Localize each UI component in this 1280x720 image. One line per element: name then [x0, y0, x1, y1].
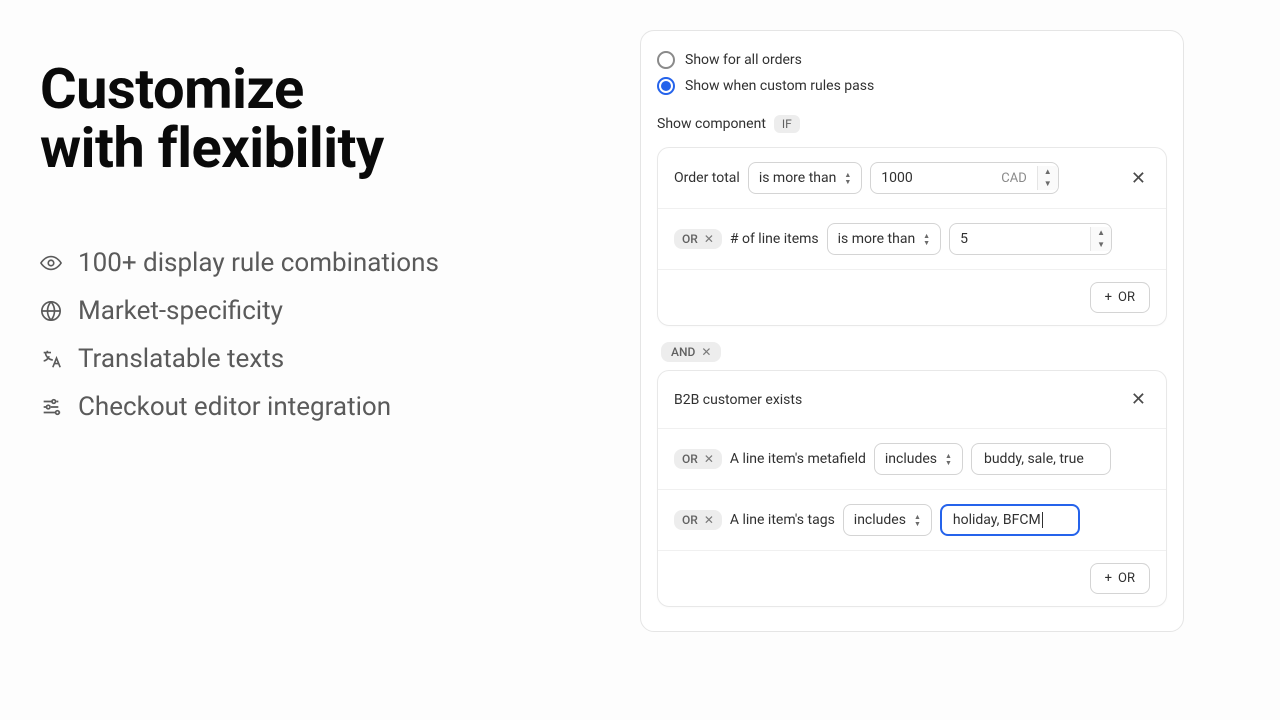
rule-group: B2B customer exists ✕ OR ✕ A line item's… — [657, 370, 1167, 607]
value-input[interactable]: buddy, sale, true — [971, 443, 1111, 475]
remove-and-icon[interactable]: ✕ — [701, 345, 711, 359]
rule-row: Order total is more than ▲▼ 1000 CAD ▲ ▼… — [658, 148, 1166, 209]
value-input[interactable]: 1000 CAD ▲ ▼ — [870, 162, 1058, 194]
chevron-updown-icon: ▲▼ — [844, 172, 851, 185]
operator-select[interactable]: is more than ▲▼ — [748, 162, 862, 194]
rule-group: Order total is more than ▲▼ 1000 CAD ▲ ▼… — [657, 147, 1167, 326]
or-chip: OR ✕ — [674, 229, 722, 249]
rules-panel: Show for all orders Show when custom rul… — [640, 30, 1184, 632]
value-input[interactable]: holiday, BFCM — [940, 504, 1080, 536]
stepper-up-icon[interactable]: ▲ — [1038, 166, 1058, 178]
chevron-updown-icon: ▲▼ — [914, 514, 921, 527]
eye-icon — [40, 252, 62, 274]
translate-icon — [40, 348, 62, 370]
rule-field-label: B2B customer exists — [674, 392, 802, 408]
add-or-button[interactable]: + OR — [1090, 563, 1150, 594]
remove-or-icon[interactable]: ✕ — [704, 452, 714, 466]
radio-icon — [657, 51, 675, 69]
feature-item: 100+ display rule combinations — [40, 248, 600, 278]
chevron-updown-icon: ▲▼ — [945, 453, 952, 466]
remove-rule-button[interactable]: ✕ — [1127, 164, 1150, 193]
value-input[interactable]: 5 ▲ ▼ — [949, 223, 1112, 255]
radio-icon — [657, 77, 675, 95]
plus-icon: + — [1105, 290, 1112, 305]
rule-field-label: A line item's tags — [730, 512, 835, 528]
sliders-icon — [40, 396, 62, 418]
rule-row: B2B customer exists ✕ — [658, 371, 1166, 429]
globe-icon — [40, 300, 62, 322]
stepper-up-icon[interactable]: ▲ — [1091, 227, 1111, 239]
rule-field-label: # of line items — [730, 231, 819, 247]
add-or-button[interactable]: + OR — [1090, 282, 1150, 313]
plus-icon: + — [1105, 571, 1112, 586]
stepper-down-icon[interactable]: ▼ — [1091, 239, 1111, 251]
operator-select[interactable]: is more than ▲▼ — [827, 223, 941, 255]
stepper-down-icon[interactable]: ▼ — [1038, 178, 1058, 190]
rule-row: OR ✕ # of line items is more than ▲▼ 5 ▲… — [658, 209, 1166, 270]
feature-item: Translatable texts — [40, 344, 600, 374]
currency-suffix: CAD — [991, 164, 1036, 193]
and-chip: AND ✕ — [661, 342, 721, 362]
remove-or-icon[interactable]: ✕ — [704, 232, 714, 246]
or-chip: OR ✕ — [674, 449, 722, 469]
rule-field-label: Order total — [674, 170, 740, 186]
if-badge: IF — [774, 115, 800, 133]
operator-select[interactable]: includes ▲▼ — [843, 504, 932, 536]
page-heading: Customize with flexibility — [40, 60, 600, 178]
or-chip: OR ✕ — [674, 510, 722, 530]
feature-item: Market-specificity — [40, 296, 600, 326]
show-component-label: Show component IF — [657, 115, 1167, 133]
rule-field-label: A line item's metafield — [730, 451, 866, 467]
remove-rule-button[interactable]: ✕ — [1127, 385, 1150, 414]
feature-item: Checkout editor integration — [40, 392, 600, 422]
chevron-updown-icon: ▲▼ — [923, 233, 930, 246]
rule-row: OR ✕ A line item's metafield includes ▲▼… — [658, 429, 1166, 490]
radio-show-custom[interactable]: Show when custom rules pass — [657, 73, 1167, 99]
remove-or-icon[interactable]: ✕ — [704, 513, 714, 527]
radio-show-all[interactable]: Show for all orders — [657, 47, 1167, 73]
operator-select[interactable]: includes ▲▼ — [874, 443, 963, 475]
rule-row: OR ✕ A line item's tags includes ▲▼ holi… — [658, 490, 1166, 551]
